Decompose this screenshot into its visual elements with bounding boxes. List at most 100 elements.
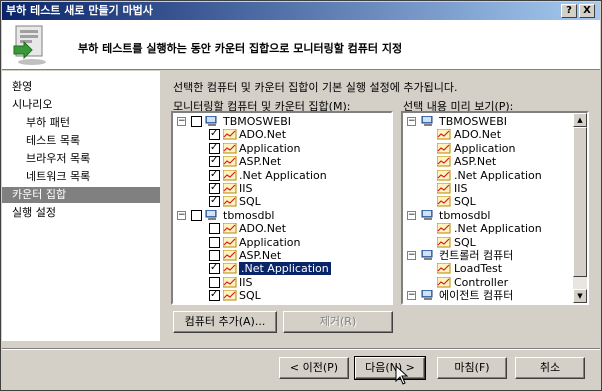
nav-item[interactable]: 브라우저 목록 — [2, 151, 160, 167]
collapse-icon[interactable]: − — [407, 291, 416, 301]
checkbox[interactable] — [209, 141, 220, 154]
checkbox[interactable] — [209, 250, 220, 261]
computer-node[interactable]: − tbmosdbl — [173, 209, 391, 222]
computer-icon — [421, 289, 435, 301]
collapse-icon[interactable]: − — [407, 251, 416, 260]
checkbox[interactable] — [209, 261, 220, 275]
checkbox[interactable] — [191, 116, 202, 127]
preview-computer-node[interactable]: − 에이전트 컴퓨터 — [403, 289, 571, 302]
nav-item[interactable]: 부하 패턴 — [2, 115, 160, 131]
title-bar: 부하 테스트 새로 만들기 마법사 ? X — [2, 2, 600, 20]
preview-computer-node[interactable]: − tbmosdbl — [403, 209, 571, 222]
counter-set-node[interactable]: Application — [173, 236, 391, 249]
preview-counter-set-node[interactable]: LoadTest — [403, 262, 571, 275]
nav-item[interactable]: 시나리오 — [2, 97, 160, 113]
node-label: IIS — [454, 182, 468, 195]
preview-computer-node[interactable]: − 컨트롤러 컴퓨터 — [403, 249, 571, 262]
collapse-icon[interactable]: − — [177, 117, 186, 126]
nav-item[interactable]: 환영 — [2, 79, 160, 95]
node-label: SQL — [239, 195, 261, 209]
counter-set-icon — [222, 262, 237, 274]
counter-set-node[interactable]: .Net Application — [173, 168, 391, 182]
checkbox[interactable] — [209, 288, 220, 302]
finish-button[interactable]: 마침(F) — [437, 357, 507, 379]
next-button[interactable]: 다음(N) > — [354, 356, 426, 380]
add-computer-button[interactable]: 컴퓨터 추가(A)... — [173, 311, 277, 333]
scroll-thumb[interactable] — [573, 127, 587, 277]
node-label: Application — [239, 141, 301, 155]
counter-set-node[interactable]: Application — [173, 141, 391, 155]
preview-counter-set-node[interactable]: Agent — [403, 303, 571, 304]
prev-button[interactable]: < 이전(P) — [279, 357, 349, 379]
checkbox[interactable] — [209, 276, 220, 288]
computer-icon — [421, 249, 435, 261]
nav-item[interactable]: 네트워크 목록 — [2, 169, 160, 185]
preview-scrollbar[interactable]: ▲ ▼ — [573, 113, 587, 303]
counter-set-node[interactable]: IIS — [173, 181, 391, 195]
preview-counter-set-node[interactable]: SQL — [403, 195, 571, 208]
help-button[interactable]: ? — [561, 4, 577, 18]
checkbox[interactable] — [209, 127, 220, 141]
node-label: .Net Application — [454, 222, 542, 236]
counter-set-icon — [222, 155, 237, 167]
node-label: Application — [454, 141, 516, 155]
preview-counter-set-node[interactable]: ASP.Net — [403, 155, 571, 168]
counter-set-icon — [222, 182, 237, 194]
scroll-down-arrow-icon[interactable]: ▼ — [573, 289, 587, 303]
node-label: .Net Application — [239, 168, 327, 182]
node-label: ADO.Net — [239, 128, 287, 142]
node-label: ASP.Net — [454, 155, 497, 169]
counter-set-icon — [436, 128, 451, 140]
counter-set-node[interactable]: SQL — [173, 194, 391, 209]
counter-set-node[interactable]: IIS — [173, 276, 391, 289]
counter-set-icon — [436, 155, 451, 167]
nav-item[interactable]: 카운터 집합 — [2, 187, 160, 203]
preview-counter-set-node[interactable]: ADO.Net — [403, 128, 571, 141]
counter-set-icon — [436, 195, 451, 207]
nav-item[interactable]: 테스트 목록 — [2, 133, 160, 149]
computer-icon — [421, 209, 435, 221]
node-label: IIS — [239, 182, 253, 195]
counter-set-node[interactable]: ASP.Net — [173, 249, 391, 262]
preview-counter-set-node[interactable]: Controller — [403, 276, 571, 289]
counter-set-node[interactable]: ADO.Net — [173, 127, 391, 142]
counter-set-node[interactable]: ASP.Net — [173, 154, 391, 168]
counter-set-icon — [436, 182, 451, 194]
checkbox[interactable] — [209, 168, 220, 181]
computer-node[interactable]: − TBMOSWEBI — [173, 115, 391, 128]
wizard-header: 부하 테스트를 실행하는 동안 카운터 집합으로 모니터링할 컴퓨터 지정 — [2, 20, 600, 70]
remove-button[interactable]: 제거(R) — [283, 311, 393, 333]
nav-item[interactable]: 실행 설정 — [2, 205, 160, 221]
node-label: tbmosdbl — [439, 208, 491, 222]
counter-set-icon — [222, 276, 237, 288]
counter-set-icon — [436, 262, 451, 274]
preview-counter-set-node[interactable]: Application — [403, 142, 571, 155]
preview-counter-set-node[interactable]: .Net Application — [403, 169, 571, 182]
preview-counter-set-node[interactable]: .Net Application — [403, 222, 571, 235]
counter-set-icon — [222, 169, 237, 181]
collapse-icon[interactable]: − — [407, 117, 416, 126]
scroll-up-arrow-icon[interactable]: ▲ — [573, 113, 587, 127]
close-button[interactable]: X — [579, 4, 595, 18]
checkbox[interactable] — [209, 236, 220, 248]
preview-counter-set-node[interactable]: SQL — [403, 236, 571, 249]
description-text: 선택한 컴퓨터 및 카운터 집합이 기본 실행 설정에 추가됩니다. — [173, 81, 458, 94]
collapse-icon[interactable]: − — [407, 210, 416, 220]
checkbox[interactable] — [191, 209, 202, 221]
counter-set-icon — [436, 169, 451, 181]
preview-tree[interactable]: ▲ ▼ − TBMOSWEBI ADO.Net Application ASP.Net.… — [401, 111, 589, 305]
counter-set-tree[interactable]: −TBMOSWEBIADO.NetApplicationASP.Net.Net … — [171, 111, 393, 305]
preview-computer-node[interactable]: − TBMOSWEBI — [403, 115, 571, 128]
counter-set-node[interactable]: ADO.Net — [173, 222, 391, 235]
counter-set-node[interactable]: SQL — [173, 288, 391, 302]
counter-set-node[interactable]: .Net Application — [173, 261, 391, 276]
cancel-button[interactable]: 취소 — [515, 357, 585, 379]
counter-set-icon — [436, 142, 451, 154]
checkbox[interactable] — [209, 181, 220, 194]
checkbox[interactable] — [209, 223, 220, 235]
collapse-icon[interactable]: − — [177, 210, 186, 220]
checkbox[interactable] — [209, 194, 220, 208]
checkbox[interactable] — [209, 154, 220, 168]
node-label: Application — [239, 235, 301, 249]
preview-counter-set-node[interactable]: IIS — [403, 182, 571, 195]
